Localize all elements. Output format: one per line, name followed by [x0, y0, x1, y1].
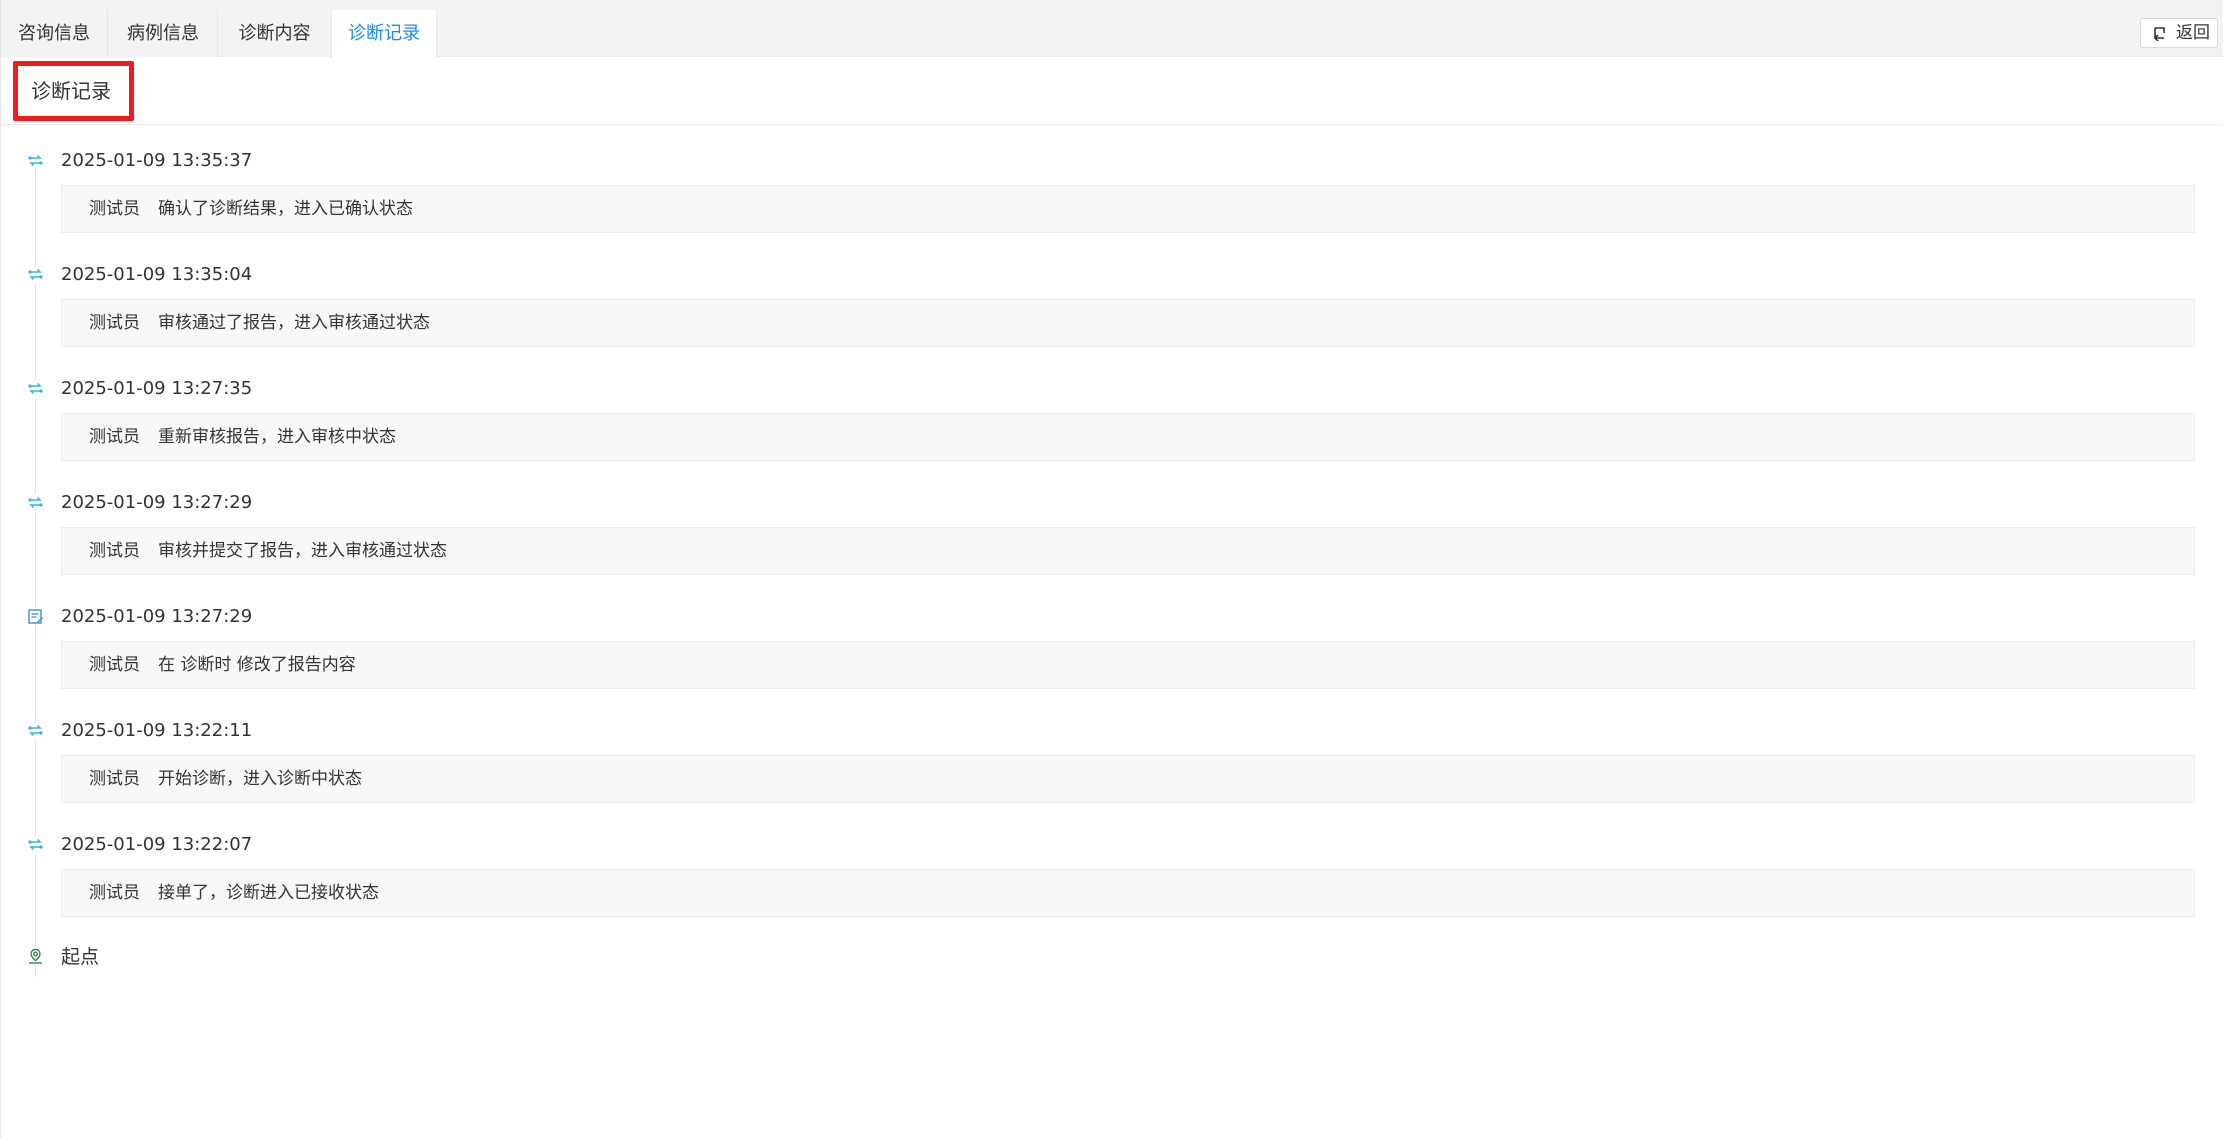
timeline-user: 测试员 [89, 883, 140, 903]
timeline-time: 2025-01-09 13:27:29 [61, 606, 253, 627]
timeline-user: 测试员 [89, 655, 140, 675]
tab-label: 诊断内容 [238, 23, 311, 44]
timeline-card: 测试员 接单了，诊断进入已接收状态 [61, 869, 2195, 917]
timeline-desc: 接单了，诊断进入已接收状态 [158, 883, 379, 903]
timeline-card: 测试员 在 诊断时 修改了报告内容 [61, 641, 2195, 689]
timeline-card: 测试员 审核并提交了报告，进入审核通过状态 [61, 527, 2195, 575]
tab-diagnosis-record[interactable]: 诊断记录 [331, 10, 437, 58]
timeline-item: 2025-01-09 13:27:29 测试员 审核并提交了报告，进入审核通过状… [1, 467, 2223, 581]
timeline-time: 2025-01-09 13:22:07 [61, 834, 253, 855]
timeline-card: 测试员 重新审核报告，进入审核中状态 [61, 413, 2195, 461]
timeline-desc: 开始诊断，进入诊断中状态 [158, 769, 362, 789]
timeline-time: 2025-01-09 13:22:11 [61, 720, 253, 741]
timeline-user: 测试员 [89, 541, 140, 561]
timeline-desc: 确认了诊断结果，进入已确认状态 [158, 199, 413, 219]
status-transfer-icon [27, 836, 44, 853]
timeline-item: 2025-01-09 13:27:35 测试员 重新审核报告，进入审核中状态 [1, 353, 2223, 467]
status-transfer-icon [27, 494, 44, 511]
timeline-user: 测试员 [89, 427, 140, 447]
timeline-user: 测试员 [89, 313, 140, 333]
edit-document-icon [27, 608, 44, 625]
status-transfer-icon [27, 266, 44, 283]
timeline-desc: 重新审核报告，进入审核中状态 [158, 427, 396, 447]
return-icon [2151, 19, 2169, 47]
tab-label: 病例信息 [127, 23, 199, 44]
timeline-desc: 审核并提交了报告，进入审核通过状态 [158, 541, 447, 561]
timeline-item: 2025-01-09 13:22:07 测试员 接单了，诊断进入已接收状态 [1, 809, 2223, 923]
timeline-card: 测试员 开始诊断，进入诊断中状态 [61, 755, 2195, 803]
start-point-icon [27, 948, 44, 965]
tab-label: 咨询信息 [18, 23, 90, 44]
tab-case-info[interactable]: 病例信息 [109, 10, 218, 57]
status-transfer-icon [27, 722, 44, 739]
timeline-time: 2025-01-09 13:27:35 [61, 378, 253, 399]
timeline-user: 测试员 [89, 199, 140, 219]
back-button[interactable]: 返回 [2140, 18, 2218, 48]
timeline-time: 2025-01-09 13:27:29 [61, 492, 253, 513]
timeline-item: 2025-01-09 13:35:04 测试员 审核通过了报告，进入审核通过状态 [1, 239, 2223, 353]
timeline-user: 测试员 [89, 769, 140, 789]
tab-diagnosis-content[interactable]: 诊断内容 [219, 10, 330, 57]
timeline-start-point: 起点 [1, 938, 401, 978]
timeline-desc: 审核通过了报告，进入审核通过状态 [158, 313, 430, 333]
start-point-label: 起点 [61, 946, 100, 968]
timeline-time: 2025-01-09 13:35:04 [61, 264, 253, 285]
tab-bar: 咨询信息 病例信息 诊断内容 诊断记录 返回 [1, 0, 2223, 58]
tab-label: 诊断记录 [348, 23, 420, 44]
timeline-item: 2025-01-09 13:22:11 测试员 开始诊断，进入诊断中状态 [1, 695, 2223, 809]
timeline-time: 2025-01-09 13:35:37 [61, 150, 253, 171]
timeline-card: 测试员 审核通过了报告，进入审核通过状态 [61, 299, 2195, 347]
status-transfer-icon [27, 380, 44, 397]
timeline-item: 2025-01-09 13:35:37 测试员 确认了诊断结果，进入已确认状态 [1, 125, 2223, 239]
section-title: 诊断记录 [31, 79, 111, 103]
timeline-item: 2025-01-09 13:27:29 测试员 在 诊断时 修改了报告内容 [1, 581, 2223, 695]
tab-consultation-info[interactable]: 咨询信息 [1, 10, 108, 57]
timeline-desc: 在 诊断时 修改了报告内容 [158, 655, 356, 675]
diagnosis-record-page: 咨询信息 病例信息 诊断内容 诊断记录 返回 诊断记录 2025-01-09 1… [0, 0, 2223, 1138]
status-transfer-icon [27, 152, 44, 169]
section-header: 诊断记录 [1, 57, 2223, 125]
timeline-card: 测试员 确认了诊断结果，进入已确认状态 [61, 185, 2195, 233]
back-button-label: 返回 [2176, 23, 2210, 43]
